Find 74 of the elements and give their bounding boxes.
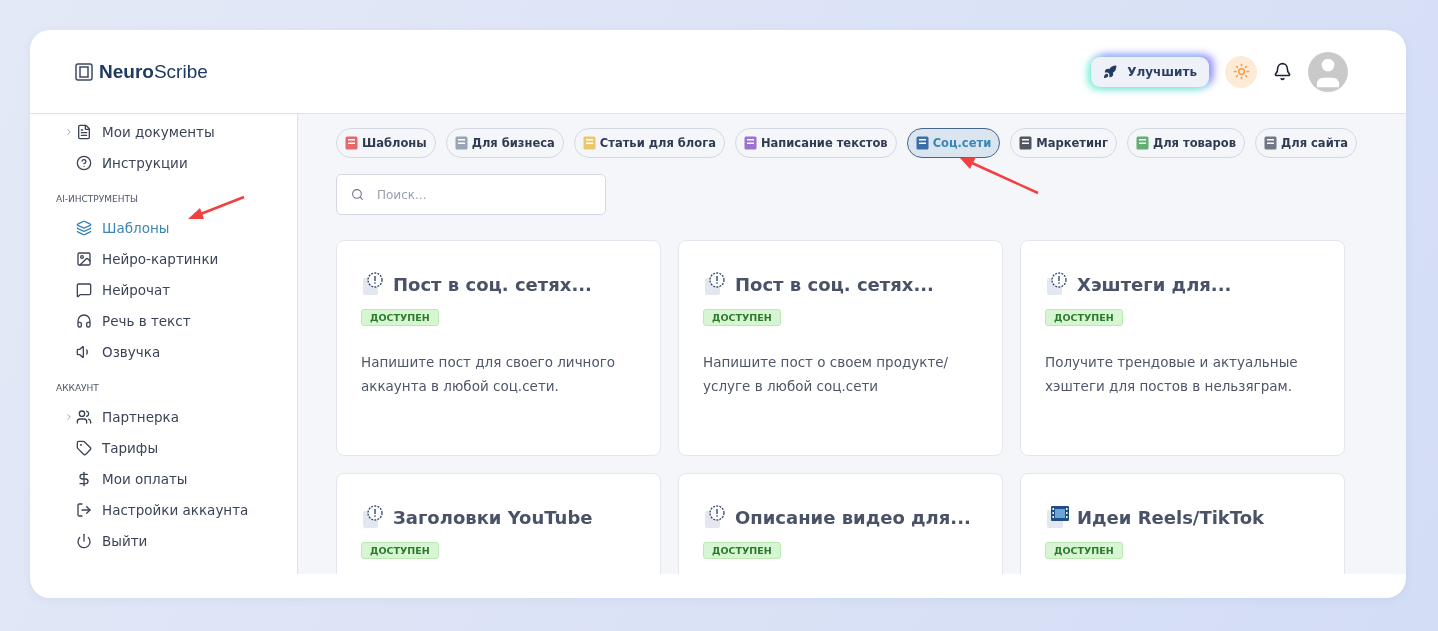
card-title: Пост в соц. сетях...: [393, 273, 592, 295]
card-title: Идеи Reels/TikTok: [1077, 506, 1265, 528]
sidebar-item[interactable]: Мои документы: [64, 116, 297, 147]
sidebar-item[interactable]: Выйти: [64, 525, 297, 556]
avatar[interactable]: [1308, 51, 1348, 92]
sidebar-item[interactable]: Инструкции: [64, 147, 297, 178]
sidebar-item[interactable]: Мои оплаты: [64, 463, 297, 494]
status-badge: ДОСТУПЕН: [1045, 542, 1123, 559]
category-icon: [915, 136, 929, 150]
status-badge: ДОСТУПЕН: [703, 542, 781, 559]
card-title: Пост в соц. сетях...: [735, 273, 934, 295]
users-icon: [76, 408, 92, 425]
category-icon: [1135, 136, 1149, 150]
category-chip[interactable]: Для бизнеса: [445, 128, 564, 158]
status-badge: ДОСТУПЕН: [1045, 309, 1123, 326]
template-card[interactable]: Описание видео для... ДОСТУПЕН: [678, 473, 1003, 574]
expand-caret-icon[interactable]: [64, 411, 74, 422]
expand-caret-icon[interactable]: [64, 126, 74, 137]
category-icon: [1019, 136, 1033, 150]
card-title: Описание видео для...: [735, 506, 971, 528]
tag-icon: [76, 439, 92, 456]
category-icon: [1264, 136, 1277, 150]
card-description: Напишите пост для своего личного аккаунта в любой соц.сети.: [361, 353, 617, 396]
sidebar-item[interactable]: Партнерка: [64, 401, 297, 432]
category-chip[interactable]: Для сайта: [1255, 128, 1358, 158]
theme-toggle-button[interactable]: [1225, 55, 1257, 88]
image-icon: [76, 250, 92, 267]
rocket-icon: [1103, 64, 1118, 79]
sidebar-item[interactable]: Озвучка: [64, 336, 297, 367]
search-icon: [351, 188, 364, 201]
logo-text: NeuroScribe: [99, 60, 208, 83]
logo[interactable]: NeuroScribe: [75, 60, 208, 83]
status-badge: ДОСТУПЕН: [361, 542, 439, 559]
sidebar-item[interactable]: Настройки аккаунта: [64, 494, 297, 525]
document-icon: [76, 123, 92, 140]
sun-icon: [1232, 63, 1250, 80]
category-icon: [743, 136, 757, 150]
status-badge: ДОСТУПЕН: [703, 309, 781, 326]
category-chip[interactable]: Статьи для блога: [573, 128, 725, 158]
card-title: Хэштеги для...: [1077, 273, 1232, 295]
category-icon: [454, 136, 468, 150]
sidebar-item[interactable]: Шаблоны: [64, 212, 297, 243]
template-card[interactable]: Пост в соц. сетях... ДОСТУПЕН Напишите пост для своего личного аккаунта в любой соц.сети.: [336, 240, 661, 456]
template-card[interactable]: Хэштеги для... ДОСТУПЕН Получите трендовые и актуальные хэштеги для постов в нельзяграм.: [1020, 240, 1345, 456]
sidebar-item[interactable]: Нейрочат: [64, 274, 297, 305]
notifications-bell-icon[interactable]: [1273, 62, 1292, 81]
section-title: АККАУНТ: [56, 382, 100, 395]
template-card[interactable]: Пост в соц. сетях... ДОСТУПЕН Напишите пост о своем продукте/ услуге в любой соц.сети: [678, 240, 1003, 456]
section-title: AI-ИНСТРУМЕНТЫ: [56, 193, 139, 206]
status-badge: ДОСТУПЕН: [361, 309, 439, 326]
film-icon: [1045, 504, 1071, 530]
logo-icon: [75, 62, 93, 81]
chat-icon: [76, 281, 92, 298]
headphones-icon: [76, 312, 92, 329]
power-icon: [76, 532, 92, 549]
category-chip[interactable]: Маркетинг: [1010, 128, 1117, 158]
layers-icon: [76, 219, 92, 236]
card-description: Получите трендовые и актуальные хэштеги для постов в нельзяграм.: [1045, 353, 1299, 396]
category-chip[interactable]: Шаблоны: [336, 128, 436, 158]
card-description: Напишите пост о своем продукте/ услуге в любой соц.сети: [703, 353, 950, 396]
card-title: Заголовки YouTube: [393, 506, 593, 528]
template-card[interactable]: Идеи Reels/TikTok ДОСТУПЕН: [1020, 473, 1345, 574]
help-icon: [76, 154, 92, 171]
category-icon: [345, 136, 358, 150]
category-chip[interactable]: Написание текстов: [734, 128, 897, 158]
search-field[interactable]: Поиск...: [336, 174, 606, 215]
category-chip[interactable]: Для товаров: [1126, 128, 1245, 158]
upgrade-button[interactable]: Улучшить: [1091, 56, 1209, 87]
sidebar-item[interactable]: Тарифы: [64, 432, 297, 463]
template-card[interactable]: Заголовки YouTube ДОСТУПЕН: [336, 473, 661, 574]
dollar-icon: [76, 470, 92, 487]
category-icon: [582, 136, 596, 150]
sidebar-item[interactable]: Речь в текст: [64, 305, 297, 336]
sidebar-item[interactable]: Нейро-картинки: [64, 243, 297, 274]
